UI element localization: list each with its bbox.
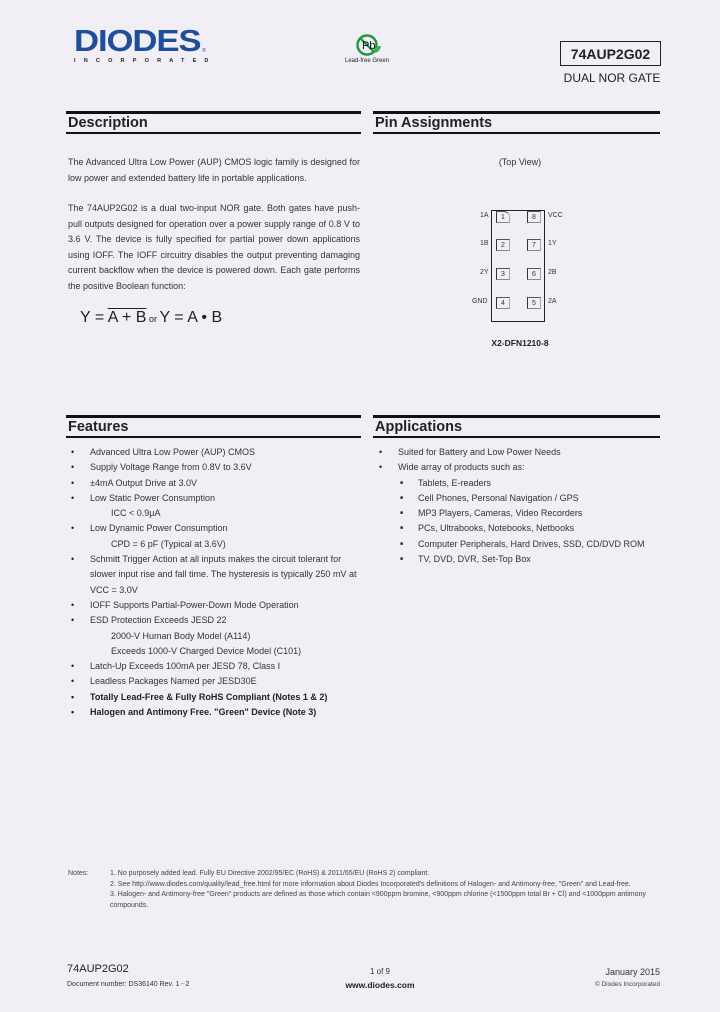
- pin-8-pad: 8: [527, 211, 541, 223]
- pin-1-pad: 1: [496, 211, 510, 223]
- footer-date: January 2015: [605, 967, 660, 977]
- list-item: Halogen and Antimony Free. "Green" Devic…: [66, 705, 362, 721]
- list-item: Advanced Ultra Low Power (AUP) CMOS: [66, 445, 362, 461]
- list-item: PCs, Ultrabooks, Notebooks, Netbooks: [374, 521, 664, 537]
- list-item: Schmitt Trigger Action at all inputs mak…: [66, 552, 362, 598]
- footer-part-number: 74AUP2G02: [67, 963, 129, 975]
- description-paragraph-2: The 74AUP2G02 is a dual two-input NOR ga…: [68, 201, 360, 294]
- notes-list: 1. No purposely added lead. Fully EU Dir…: [110, 869, 670, 911]
- list-item: Low Dynamic Power Consumption: [66, 521, 362, 537]
- note-1: 1. No purposely added lead. Fully EU Dir…: [110, 870, 430, 877]
- footer-page-number: 1 of 9: [369, 967, 390, 976]
- list-item: Exceeds 1000-V Charged Device Model (C10…: [111, 645, 302, 656]
- equation-lhs-1: Y =: [80, 309, 108, 326]
- list-item: Wide array of products such as:: [374, 460, 664, 476]
- registered-mark: ®: [202, 48, 206, 54]
- pin-5-label: 2A: [548, 298, 557, 305]
- pin-4-pad: 4: [496, 297, 510, 309]
- footer-copyright: © Diodes Incorporated: [594, 981, 660, 988]
- list-item: Leadless Packages Named per JESD30E: [66, 674, 362, 690]
- note-3: 3. Halogen- and Antimony-free "Green" pr…: [110, 891, 646, 909]
- equation-rhs-1: A + B: [107, 309, 147, 326]
- list-item: 2000-V Human Body Model (A114): [111, 630, 251, 641]
- list-item: ICC < 0.9μA: [111, 508, 161, 519]
- pin-8-label: VCC: [548, 212, 563, 219]
- pin-6-label: 2B: [548, 269, 557, 276]
- list-item: Supply Voltage Range from 0.8V to 3.6V: [66, 460, 362, 476]
- pin-6-pad: 6: [527, 268, 541, 280]
- lead-free-badge: Pb Lead-free Green: [335, 33, 399, 73]
- list-item: Low Static Power Consumption: [66, 491, 362, 507]
- features-heading: Features: [66, 415, 361, 438]
- diodes-logo: DIODES INCORPORATED ®: [74, 25, 217, 66]
- pin-5-pad: 5: [527, 297, 541, 309]
- list-item: IOFF Supports Partial-Power-Down Mode Op…: [66, 598, 362, 614]
- equation-rhs-2: A • B: [187, 309, 223, 326]
- list-item: Cell Phones, Personal Navigation / GPS: [374, 491, 664, 507]
- features-list: Advanced Ultra Low Power (AUP) CMOSSuppl…: [66, 445, 362, 721]
- list-item: ±4mA Output Drive at 3.0V: [66, 476, 362, 492]
- applications-list: Suited for Battery and Low Power NeedsWi…: [374, 445, 664, 568]
- top-view-label: (Top View): [498, 157, 542, 167]
- list-item: CPD = 6 pF (Typical at 3.6V): [111, 538, 226, 549]
- list-item: Suited for Battery and Low Power Needs: [374, 445, 664, 461]
- package-outline: 1 2 3 4 8 7 6 5: [491, 210, 545, 322]
- equation-or: or: [146, 314, 160, 324]
- pin-3-label: 2Y: [480, 269, 489, 276]
- list-item: MP3 Players, Cameras, Video Recorders: [374, 506, 664, 522]
- boolean-equation: Y = A + B or Y = A • B: [80, 309, 222, 327]
- part-number-box: 74AUP2G02: [560, 41, 661, 66]
- pin-2-label: 1B: [480, 240, 489, 247]
- list-item: Tablets, E-readers: [374, 476, 664, 492]
- no-lead-icon: Pb: [356, 33, 381, 56]
- pin-7-label: 1Y: [548, 240, 557, 247]
- badge-label: Lead-free Green: [344, 58, 390, 64]
- pin-7-pad: 7: [527, 239, 541, 251]
- description-paragraph-2-text: The 74AUP2G02 is a dual two-input NOR ga…: [68, 203, 360, 291]
- note-2: 2. See http://www.diodes.com/quality/lea…: [110, 880, 631, 888]
- footer-document-number: Document number: DS36140 Rev. 1 - 2: [67, 981, 190, 988]
- list-item: Computer Peripherals, Hard Drives, SSD, …: [374, 537, 664, 553]
- logo-subtext: INCORPORATED: [74, 58, 217, 64]
- footer-website-link[interactable]: www.diodes.com: [330, 980, 430, 990]
- list-item: Latch-Up Exceeds 100mA per JESD 78, Clas…: [66, 659, 362, 675]
- list-item: Totally Lead-Free & Fully RoHS Compliant…: [66, 690, 362, 706]
- part-description: DUAL NOR GATE: [563, 71, 661, 85]
- applications-heading: Applications: [373, 415, 660, 438]
- pin-1-label: 1A: [480, 212, 489, 219]
- pin-assignments-heading: Pin Assignments: [373, 111, 660, 134]
- description-paragraph-1: The Advanced Ultra Low Power (AUP) CMOS …: [68, 157, 360, 183]
- svg-text:Pb: Pb: [362, 40, 375, 52]
- pin-3-pad: 3: [496, 268, 510, 280]
- logo-text: DIODES: [74, 23, 202, 58]
- pin-4-label: GND: [472, 298, 488, 305]
- package-label: X2-DFN1210-8: [491, 338, 549, 348]
- equation-lhs-2: Y =: [159, 309, 188, 326]
- description-heading: Description: [66, 111, 361, 134]
- notes-label: Notes:: [68, 870, 89, 877]
- list-item: TV, DVD, DVR, Set-Top Box: [374, 552, 664, 568]
- pin-2-pad: 2: [496, 239, 510, 251]
- list-item: ESD Protection Exceeds JESD 22: [66, 613, 362, 629]
